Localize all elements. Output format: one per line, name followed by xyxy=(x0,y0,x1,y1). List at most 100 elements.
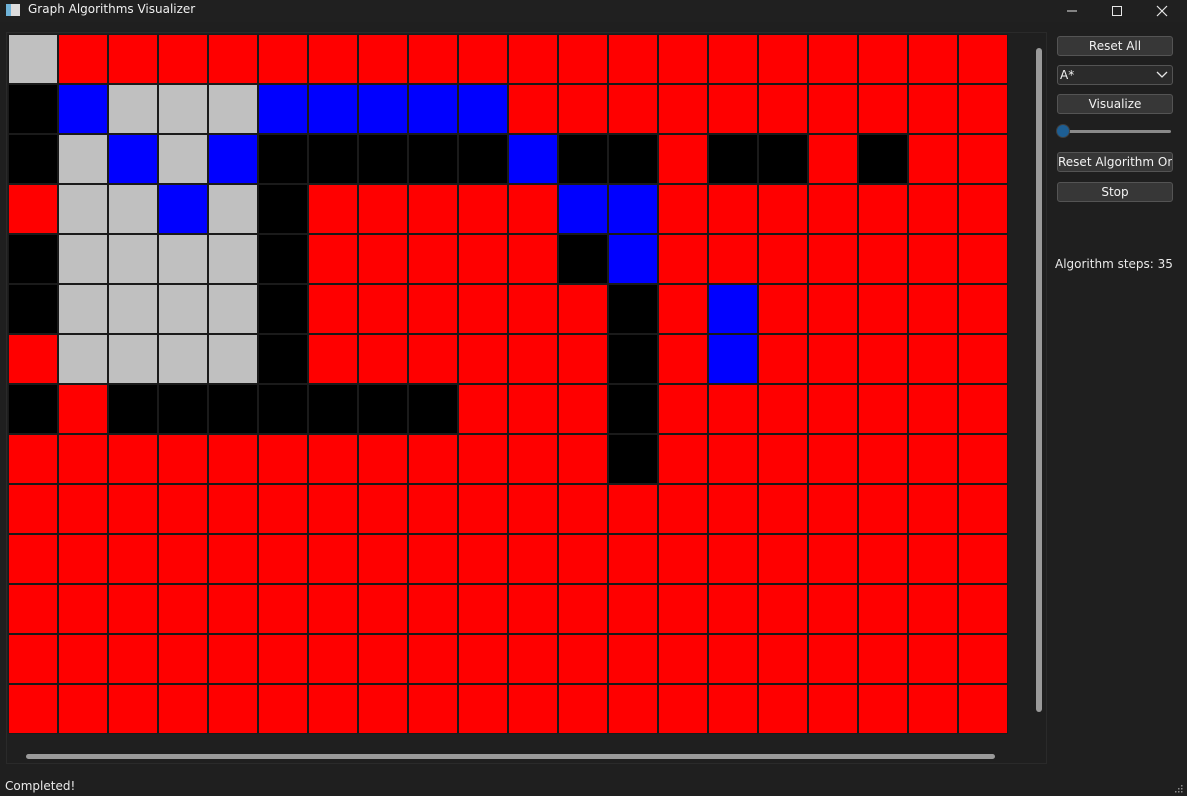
grid-cell-visited[interactable] xyxy=(508,84,558,134)
grid-cell-visited[interactable] xyxy=(58,584,108,634)
grid-cell-visited[interactable] xyxy=(708,584,758,634)
grid-cell-visited[interactable] xyxy=(658,334,708,384)
grid-cell-visited[interactable] xyxy=(508,334,558,384)
grid-cell-unvisited[interactable] xyxy=(208,84,258,134)
grid-cell-visited[interactable] xyxy=(858,234,908,284)
grid-cell-wall[interactable] xyxy=(258,384,308,434)
grid-cell-visited[interactable] xyxy=(558,484,608,534)
grid-cell-visited[interactable] xyxy=(308,234,358,284)
grid-cell-path[interactable] xyxy=(158,184,208,234)
grid-cell-visited[interactable] xyxy=(408,284,458,334)
grid-cell-visited[interactable] xyxy=(608,484,658,534)
grid-cell-visited[interactable] xyxy=(558,384,608,434)
grid-cell-visited[interactable] xyxy=(808,584,858,634)
grid-cell-visited[interactable] xyxy=(408,184,458,234)
vertical-scrollbar[interactable] xyxy=(1036,48,1042,712)
grid-cell-wall[interactable] xyxy=(258,234,308,284)
grid-cell-visited[interactable] xyxy=(408,334,458,384)
grid-cell-visited[interactable] xyxy=(658,434,708,484)
grid-cell-path[interactable] xyxy=(308,84,358,134)
grid-cell-visited[interactable] xyxy=(508,634,558,684)
grid-cell-visited[interactable] xyxy=(108,634,158,684)
grid-cell-visited[interactable] xyxy=(458,184,508,234)
grid-cell-visited[interactable] xyxy=(708,184,758,234)
grid-cell-visited[interactable] xyxy=(658,684,708,734)
grid-cell-visited[interactable] xyxy=(658,484,708,534)
grid-cell-visited[interactable] xyxy=(258,434,308,484)
grid-cell-visited[interactable] xyxy=(208,534,258,584)
grid-cell-visited[interactable] xyxy=(8,184,58,234)
grid-cell-visited[interactable] xyxy=(958,184,1008,234)
grid-cell-wall[interactable] xyxy=(8,234,58,284)
grid-cell-visited[interactable] xyxy=(158,584,208,634)
grid-cell-visited[interactable] xyxy=(908,484,958,534)
grid-cell-visited[interactable] xyxy=(808,134,858,184)
grid-cell-visited[interactable] xyxy=(708,684,758,734)
grid-cell-unvisited[interactable] xyxy=(158,284,208,334)
grid-cell-visited[interactable] xyxy=(258,534,308,584)
speed-slider-track[interactable] xyxy=(1063,130,1171,133)
grid-cell-unvisited[interactable] xyxy=(58,134,108,184)
grid-cell-visited[interactable] xyxy=(658,234,708,284)
grid-cell-unvisited[interactable] xyxy=(208,234,258,284)
grid-cell-visited[interactable] xyxy=(558,534,608,584)
grid-cell-visited[interactable] xyxy=(958,634,1008,684)
graph-grid[interactable] xyxy=(8,34,1008,734)
grid-cell-visited[interactable] xyxy=(858,484,908,534)
grid-cell-visited[interactable] xyxy=(558,584,608,634)
grid-cell-visited[interactable] xyxy=(308,684,358,734)
grid-cell-visited[interactable] xyxy=(858,634,908,684)
grid-cell-visited[interactable] xyxy=(8,584,58,634)
grid-cell-visited[interactable] xyxy=(908,84,958,134)
grid-cell-visited[interactable] xyxy=(508,534,558,584)
grid-cell-wall[interactable] xyxy=(208,384,258,434)
grid-cell-path[interactable] xyxy=(408,84,458,134)
grid-cell-visited[interactable] xyxy=(758,384,808,434)
grid-cell-visited[interactable] xyxy=(858,284,908,334)
grid-cell-unvisited[interactable] xyxy=(58,184,108,234)
grid-cell-visited[interactable] xyxy=(58,684,108,734)
grid-cell-visited[interactable] xyxy=(308,634,358,684)
grid-cell-visited[interactable] xyxy=(358,334,408,384)
grid-cell-visited[interactable] xyxy=(658,34,708,84)
grid-cell-visited[interactable] xyxy=(108,584,158,634)
grid-cell-visited[interactable] xyxy=(958,584,1008,634)
grid-cell-visited[interactable] xyxy=(508,234,558,284)
grid-cell-visited[interactable] xyxy=(58,634,108,684)
grid-cell-visited[interactable] xyxy=(358,34,408,84)
grid-cell-visited[interactable] xyxy=(608,534,658,584)
grid-cell-visited[interactable] xyxy=(808,184,858,234)
grid-cell-visited[interactable] xyxy=(808,234,858,284)
grid-cell-visited[interactable] xyxy=(808,84,858,134)
grid-cell-wall[interactable] xyxy=(8,384,58,434)
visualize-button[interactable]: Visualize xyxy=(1057,94,1173,114)
grid-cell-wall[interactable] xyxy=(608,284,658,334)
grid-cell-visited[interactable] xyxy=(808,34,858,84)
grid-cell-unvisited[interactable] xyxy=(108,84,158,134)
grid-cell-visited[interactable] xyxy=(608,84,658,134)
grid-cell-path[interactable] xyxy=(108,134,158,184)
grid-cell-visited[interactable] xyxy=(458,584,508,634)
grid-cell-visited[interactable] xyxy=(508,34,558,84)
grid-cell-visited[interactable] xyxy=(658,584,708,634)
grid-cell-visited[interactable] xyxy=(758,634,808,684)
grid-cell-visited[interactable] xyxy=(158,634,208,684)
grid-cell-visited[interactable] xyxy=(708,384,758,434)
grid-cell-path[interactable] xyxy=(458,84,508,134)
grid-cell-visited[interactable] xyxy=(758,84,808,134)
grid-cell-visited[interactable] xyxy=(958,684,1008,734)
grid-cell-visited[interactable] xyxy=(508,384,558,434)
grid-cell-visited[interactable] xyxy=(408,484,458,534)
grid-cell-unvisited[interactable] xyxy=(58,284,108,334)
grid-cell-visited[interactable] xyxy=(908,184,958,234)
grid-cell-wall[interactable] xyxy=(608,384,658,434)
grid-cell-wall[interactable] xyxy=(258,334,308,384)
grid-cell-path[interactable] xyxy=(708,284,758,334)
grid-cell-visited[interactable] xyxy=(608,34,658,84)
grid-cell-visited[interactable] xyxy=(508,484,558,534)
grid-cell-visited[interactable] xyxy=(8,634,58,684)
grid-cell-visited[interactable] xyxy=(708,34,758,84)
grid-cell-visited[interactable] xyxy=(858,184,908,234)
horizontal-scrollbar[interactable] xyxy=(26,754,995,759)
grid-cell-visited[interactable] xyxy=(558,284,608,334)
